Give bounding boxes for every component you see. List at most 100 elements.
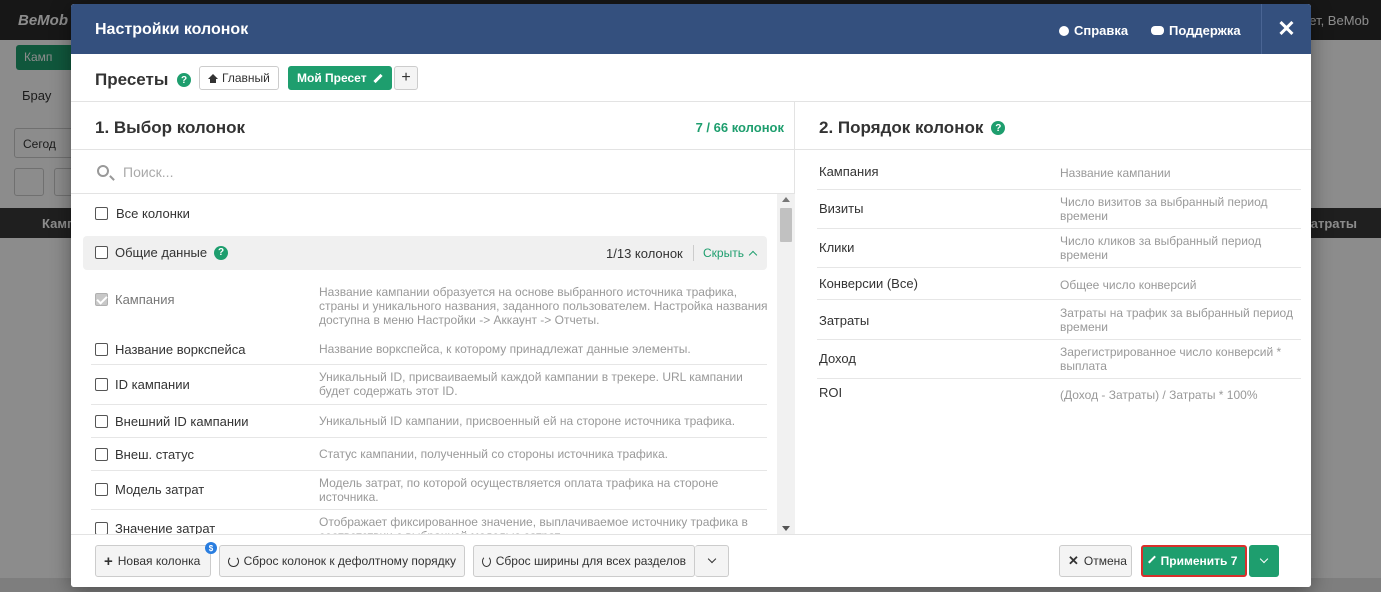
order-description: Общее число конверсий [1060, 278, 1197, 292]
order-description: Название кампании [1060, 166, 1171, 180]
search-icon [97, 165, 109, 177]
help-icon [1059, 25, 1069, 36]
search-input[interactable] [123, 162, 723, 182]
list-item[interactable]: Внешний ID кампании Уникальный ID кампан… [91, 405, 767, 438]
presets-label: Пресеты [95, 70, 169, 89]
order-row[interactable]: Клики Число кликов за выбранный период в… [817, 229, 1301, 268]
column-selection-panel: 1. Выбор колонок 7 / 66 колонок Все коло… [71, 102, 795, 534]
order-description: Число визитов за выбранный период времен… [1060, 195, 1268, 223]
reset-order-label: Сброс колонок к дефолтному порядку [243, 554, 456, 568]
scroll-down-icon[interactable] [782, 526, 790, 531]
group-general-data: Общие данные ? 1/13 колонок Скрыть [83, 236, 767, 270]
preset-main-button[interactable]: Главный [199, 66, 279, 90]
close-icon: ✕ [1277, 16, 1296, 41]
order-description: Затраты на трафик за выбранный период вр… [1060, 306, 1293, 334]
order-row[interactable]: Визиты Число визитов за выбранный период… [817, 190, 1301, 229]
scroll-thumb[interactable] [780, 208, 792, 242]
reset-order-button[interactable]: Сброс колонок к дефолтному порядку [219, 545, 465, 577]
close-button[interactable]: ✕ [1261, 4, 1311, 54]
order-title-text: 2. Порядок колонок [819, 118, 984, 137]
modal-title: Настройки колонок [95, 21, 249, 38]
item-description: Модель затрат, по которой осуществляется… [319, 476, 719, 504]
selection-title: 1. Выбор колонок [95, 118, 246, 137]
preset-main-label: Главный [222, 71, 270, 85]
preset-mine-button[interactable]: Мой Пресет [288, 66, 392, 90]
reset-width-button[interactable]: Сброс ширины для всех разделов [473, 545, 695, 577]
reset-width-label: Сброс ширины для всех разделов [495, 554, 686, 568]
order-row[interactable]: ROI (Доход - Затраты) / Затраты * 100% [817, 379, 1301, 411]
group-checkbox[interactable] [95, 246, 108, 259]
group-name: Общие данные [115, 245, 208, 260]
divider [693, 245, 694, 261]
checkbox[interactable] [95, 207, 108, 220]
hide-label: Скрыть [703, 246, 744, 260]
checkbox [95, 293, 108, 306]
new-column-button[interactable]: + Новая колонка [95, 545, 211, 577]
apply-button[interactable]: Применить 7 [1141, 545, 1247, 577]
checkbox[interactable] [95, 343, 108, 356]
order-name: Кампания [819, 164, 879, 179]
chat-icon [1151, 26, 1164, 35]
cancel-label: Отмена [1083, 554, 1127, 568]
pencil-icon [372, 73, 383, 83]
support-link[interactable]: Поддержка [1151, 23, 1241, 38]
item-name: Внеш. статус [115, 447, 194, 462]
all-columns-label: Все колонки [116, 206, 190, 221]
list-item[interactable]: Название воркспейса Название воркспейса,… [91, 332, 767, 365]
group-hide-toggle[interactable]: Скрыть [703, 246, 758, 260]
apply-more-dropdown[interactable] [1249, 545, 1279, 577]
list-item[interactable]: Значение затрат Отображает фиксированное… [91, 510, 767, 534]
order-row[interactable]: Доход Зарегистрированное число конверсий… [817, 340, 1301, 379]
group-help-icon[interactable]: ? [214, 245, 229, 260]
order-description: Число кликов за выбранный период времени [1060, 234, 1262, 262]
list-scrollbar[interactable] [777, 194, 795, 534]
all-columns-checkbox[interactable]: Все колонки [95, 206, 190, 221]
support-link-label: Поддержка [1169, 23, 1241, 38]
presets-help-icon[interactable]: ? [177, 73, 191, 87]
order-row[interactable]: Конверсии (Все) Общее число конверсий [817, 268, 1301, 300]
list-item[interactable]: Внеш. статус Статус кампании, полученный… [91, 438, 767, 471]
list-item[interactable]: ID кампании Уникальный ID, присваиваемый… [91, 365, 767, 405]
checkbox[interactable] [95, 483, 108, 496]
dollar-badge-icon: $ [205, 542, 217, 554]
item-name: ID кампании [115, 377, 190, 392]
chevron-down-icon [1259, 554, 1269, 564]
cancel-button[interactable]: ✕ Отмена [1059, 545, 1132, 577]
column-list: Все колонки Общие данные ? 1/13 колонок … [71, 194, 777, 534]
add-preset-button[interactable]: + [394, 66, 418, 90]
item-name: Название воркспейса [115, 342, 246, 357]
item-name: Модель затрат [115, 482, 205, 497]
order-help-icon[interactable]: ? [991, 121, 1006, 135]
item-description: Уникальный ID кампании, присвоенный ей н… [319, 414, 736, 428]
scroll-up-icon[interactable] [782, 197, 790, 202]
history-icon [482, 555, 491, 567]
order-name: Затраты [819, 313, 870, 328]
checkbox[interactable] [95, 522, 108, 534]
item-description: Отображает фиксированное значение, выпла… [319, 515, 748, 534]
chevron-up-icon [748, 250, 758, 260]
checkbox[interactable] [95, 448, 108, 461]
item-name: Значение затрат [115, 521, 216, 534]
presets-row: Пресеты ? Главный Мой Пресет + [71, 54, 1311, 102]
order-name: Визиты [819, 201, 864, 216]
preset-mine-label: Мой Пресет [297, 71, 367, 85]
modal-footer: + Новая колонка $ Сброс колонок к дефолт… [71, 534, 1311, 587]
list-item[interactable]: Модель затрат Модель затрат, по которой … [91, 471, 767, 510]
modal-header: Настройки колонок Справка Поддержка ✕ [71, 4, 1311, 54]
reset-more-dropdown[interactable] [695, 545, 729, 577]
chevron-down-icon [707, 554, 716, 564]
search-row [71, 149, 795, 194]
order-row[interactable]: Затраты Затраты на трафик за выбранный п… [817, 300, 1301, 340]
plus-icon: + [104, 552, 113, 570]
item-description: Название кампании образуется на основе в… [319, 285, 768, 327]
checkbox[interactable] [95, 378, 108, 391]
checkbox[interactable] [95, 415, 108, 428]
order-title: 2. Порядок колонок ? [819, 118, 1006, 138]
item-name: Внешний ID кампании [115, 414, 249, 429]
order-row[interactable]: Кампания Название кампании [817, 150, 1301, 190]
list-item[interactable]: Кампания Название кампании образуется на… [91, 280, 768, 332]
close-icon: ✕ [1068, 553, 1079, 568]
order-name: Конверсии (Все) [819, 276, 918, 291]
item-name: Кампания [115, 292, 175, 307]
help-link[interactable]: Справка [1059, 23, 1128, 38]
